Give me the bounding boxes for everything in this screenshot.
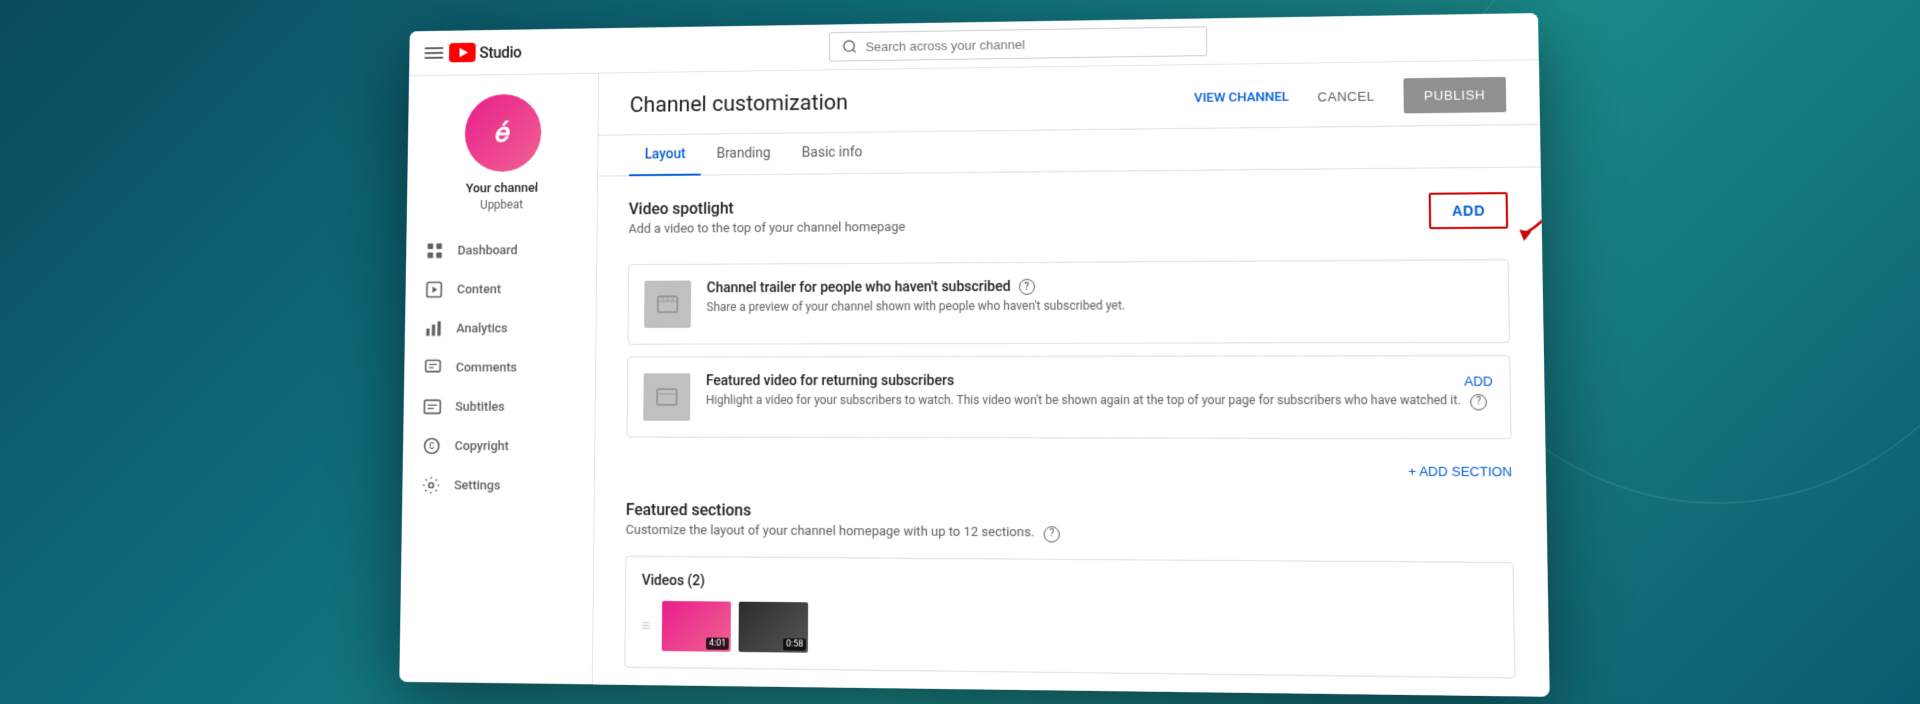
featured-sections-title: Featured sections xyxy=(626,499,1513,523)
tab-branding[interactable]: Branding xyxy=(701,133,786,175)
spotlight-info: Video spotlight Add a video to the top o… xyxy=(628,197,905,252)
dashboard-icon xyxy=(425,240,444,260)
featured-title-text: Featured video for returning subscribers xyxy=(706,373,954,389)
sidebar: 𝑒́ Your channel Uppbeat Dashboard xyxy=(399,73,599,684)
spotlight-desc: Add a video to the top of your channel h… xyxy=(628,220,905,237)
sidebar-item-subtitles[interactable]: Subtitles xyxy=(403,387,595,426)
featured-thumb xyxy=(643,373,690,421)
youtube-logo: Studio xyxy=(449,42,522,62)
sidebar-label-content: Content xyxy=(457,281,501,296)
featured-title: Featured video for returning subscribers… xyxy=(706,372,1493,389)
red-arrow-decoration xyxy=(1486,171,1549,243)
sidebar-item-settings[interactable]: Settings xyxy=(402,465,594,505)
section-card: Videos (2) ≡ 4:01 0:58 xyxy=(624,555,1515,678)
studio-label: Studio xyxy=(479,42,521,61)
sidebar-nav: Dashboard Content Analytics xyxy=(402,230,597,506)
featured-sections-desc: Customize the layout of your channel hom… xyxy=(626,522,1514,544)
featured-video-card: Featured video for returning subscribers… xyxy=(627,355,1512,439)
featured-film-icon xyxy=(655,385,679,409)
section-card-header: Videos (2) xyxy=(642,572,1496,595)
sidebar-item-dashboard[interactable]: Dashboard xyxy=(406,230,597,270)
trailer-help-icon[interactable]: ? xyxy=(1019,278,1035,294)
cancel-button[interactable]: CANCEL xyxy=(1305,80,1387,112)
comments-icon xyxy=(423,357,442,377)
arrow-wrap: ADD xyxy=(1429,192,1508,229)
tab-basic-info[interactable]: Basic info xyxy=(786,132,878,174)
sidebar-label-analytics: Analytics xyxy=(456,321,507,336)
sidebar-item-comments[interactable]: Comments xyxy=(404,347,595,386)
sidebar-label-settings: Settings xyxy=(454,478,500,493)
content-icon xyxy=(424,279,443,299)
featured-content: Featured video for returning subscribers… xyxy=(706,372,1494,409)
search-input-wrap[interactable] xyxy=(829,26,1207,61)
sidebar-label-comments: Comments xyxy=(456,360,517,375)
sidebar-label-dashboard: Dashboard xyxy=(457,242,517,257)
main-layout: 𝑒́ Your channel Uppbeat Dashboard xyxy=(399,60,1549,696)
youtube-icon xyxy=(449,42,476,62)
svg-text:C: C xyxy=(429,441,435,451)
film-icon xyxy=(656,292,680,316)
spotlight-header: Video spotlight Add a video to the top o… xyxy=(628,192,1508,252)
search-input[interactable] xyxy=(865,33,1194,53)
featured-add-button[interactable]: ADD xyxy=(1464,373,1493,388)
drag-handle-icon[interactable]: ≡ xyxy=(641,615,650,635)
tab-layout[interactable]: Layout xyxy=(629,134,701,176)
featured-help-icon[interactable]: ? xyxy=(1470,393,1487,409)
sidebar-label-subtitles: Subtitles xyxy=(455,399,504,414)
thumb-2-duration: 0:58 xyxy=(783,637,806,649)
publish-button[interactable]: PUBLISH xyxy=(1403,76,1506,113)
channel-trailer-card: Channel trailer for people who haven't s… xyxy=(627,259,1510,345)
analytics-icon xyxy=(424,318,443,338)
add-section-wrap: + ADD SECTION xyxy=(626,461,1512,496)
settings-icon xyxy=(421,475,440,495)
content-header: Channel customization VIEW CHANNEL CANCE… xyxy=(599,60,1540,135)
video-thumbs: ≡ 4:01 0:58 xyxy=(641,600,1497,660)
add-section-button[interactable]: + ADD SECTION xyxy=(1408,463,1512,479)
logo-area: Studio xyxy=(424,42,521,63)
featured-sections-help-icon[interactable]: ? xyxy=(1044,525,1060,541)
subtitles-icon xyxy=(423,396,442,416)
content-area: Channel customization VIEW CHANNEL CANCE… xyxy=(593,60,1550,696)
featured-desc: Highlight a video for your subscribers t… xyxy=(706,392,1494,409)
trailer-title: Channel trailer for people who haven't s… xyxy=(707,276,1492,296)
video-spotlight: Video spotlight Add a video to the top o… xyxy=(627,192,1512,439)
view-channel-link[interactable]: VIEW CHANNEL xyxy=(1194,89,1289,105)
sidebar-label-copyright: Copyright xyxy=(455,438,509,453)
trailer-title-text: Channel trailer for people who haven't s… xyxy=(707,278,1011,295)
header-actions: VIEW CHANNEL CANCEL PUBLISH xyxy=(1194,76,1506,115)
search-bar xyxy=(533,21,1522,66)
spotlight-title: Video spotlight xyxy=(629,197,906,218)
avatar: 𝑒́ xyxy=(464,93,541,171)
sidebar-item-copyright[interactable]: C Copyright xyxy=(403,426,595,466)
thumb-1-duration: 4:01 xyxy=(706,636,729,648)
search-icon xyxy=(842,38,858,54)
channel-name: Your channel xyxy=(466,181,538,196)
trailer-desc: Share a preview of your channel shown wi… xyxy=(706,296,1491,313)
thumb-1: 4:01 xyxy=(662,600,731,651)
channel-handle: Uppbeat xyxy=(480,197,523,211)
main-content: Video spotlight Add a video to the top o… xyxy=(593,167,1550,696)
thumb-2: 0:58 xyxy=(739,601,809,652)
sidebar-item-content[interactable]: Content xyxy=(405,269,596,309)
trailer-thumb xyxy=(644,280,691,327)
sidebar-item-analytics[interactable]: Analytics xyxy=(405,308,596,348)
hamburger-icon[interactable] xyxy=(424,47,443,59)
browser-window: Studio 𝑒́ Your channel Uppbeat xyxy=(399,13,1549,697)
trailer-content: Channel trailer for people who haven't s… xyxy=(706,276,1491,313)
copyright-icon: C xyxy=(422,436,441,456)
page-title: Channel customization xyxy=(630,90,848,117)
featured-sections: Featured sections Customize the layout o… xyxy=(624,499,1515,677)
